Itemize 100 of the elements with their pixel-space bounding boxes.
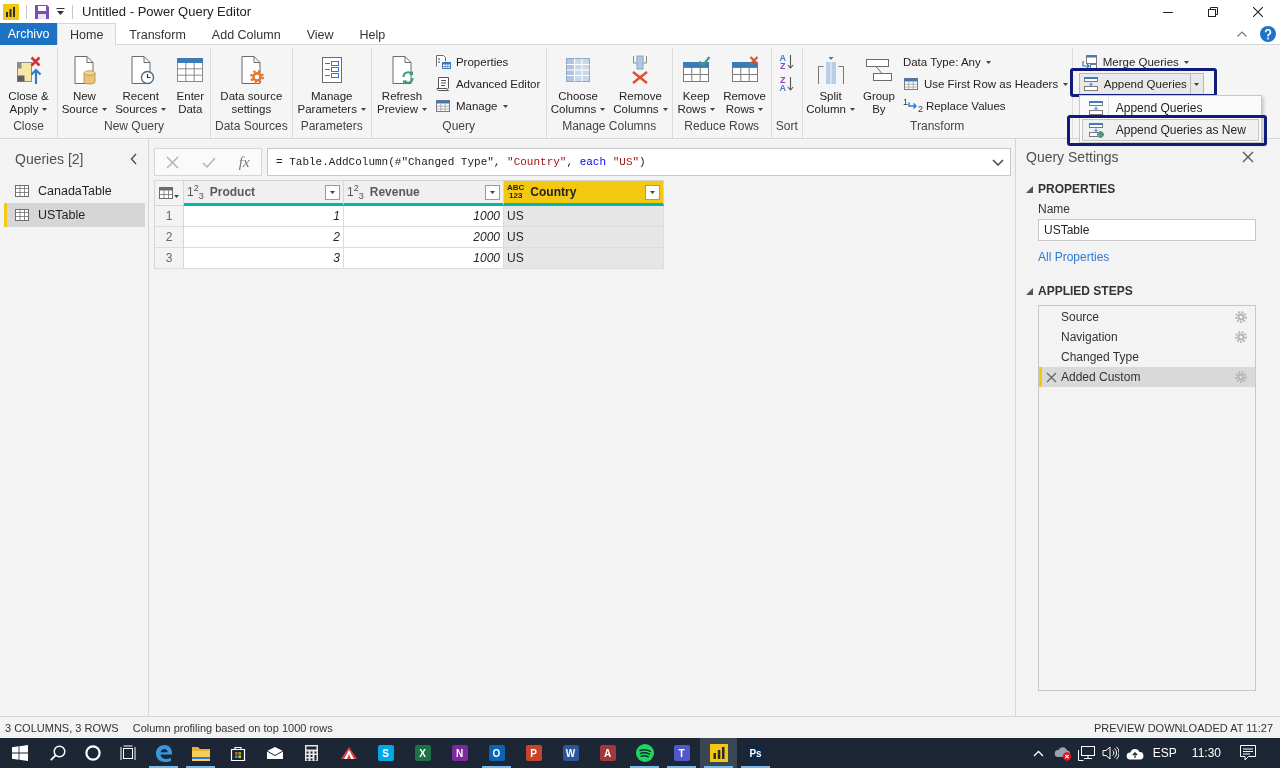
taskbar-button[interactable]: O (478, 738, 515, 768)
ribbon-button[interactable]: Append Queries (1078, 73, 1191, 95)
language-indicator[interactable]: ESP (1152, 746, 1177, 760)
query-item[interactable]: USTable (4, 203, 145, 227)
table-icon (15, 185, 29, 197)
triangle-icon[interactable] (1026, 287, 1033, 295)
ribbon-button[interactable]: 1 2 Replace Values (899, 95, 1072, 117)
ribbon-button[interactable]: Close & Apply (5, 51, 52, 116)
taskbar-button[interactable] (700, 738, 737, 768)
taskbar-button[interactable]: T (663, 738, 700, 768)
ribbon-button[interactable]: Properties (431, 51, 544, 73)
sort-button[interactable]: Z A (777, 73, 796, 95)
ribbon-button[interactable]: Choose Columns (547, 51, 609, 116)
ribbon-tab[interactable]: Help (346, 23, 399, 45)
group-label: Reduce Rows (683, 119, 761, 135)
scroll-icon (434, 76, 451, 92)
filter-button[interactable] (485, 184, 500, 200)
ribbon-button[interactable]: Recent Sources (112, 51, 170, 116)
taskbar-button[interactable]: P (515, 738, 552, 768)
menu-item[interactable]: Append Queries (1081, 97, 1259, 119)
taskbar-button[interactable]: X (404, 738, 441, 768)
formula-field[interactable]: = Table.AddColumn(#"Changed Type", "Country", each "US") (267, 148, 1011, 176)
status-text: 3 COLUMNS, 3 ROWS (5, 721, 119, 734)
save-icon[interactable] (34, 3, 50, 20)
table-arrow-icon (1081, 54, 1098, 70)
help-icon[interactable] (1260, 25, 1276, 42)
ribbon-button[interactable]: Advanced Editor (431, 73, 544, 95)
restore-icon[interactable] (1207, 6, 1218, 17)
sort-button[interactable]: A Z (777, 51, 796, 73)
close-icon[interactable] (1242, 151, 1254, 163)
speaker-icon[interactable] (1102, 746, 1120, 760)
ring-icon[interactable] (84, 745, 101, 761)
ribbon-button[interactable]: Remove Rows (720, 51, 769, 116)
ribbon-button[interactable]: Keep Rows (674, 51, 719, 116)
chevron-left-icon[interactable] (130, 153, 137, 165)
chevron-down-icon[interactable] (992, 158, 1004, 166)
all-properties-link[interactable]: All Properties (1038, 249, 1110, 265)
ribbon-button[interactable]: Manage (431, 95, 544, 117)
ribbon-tab[interactable]: Home (57, 23, 117, 45)
ribbon-tab[interactable]: View (293, 23, 347, 45)
file-tab[interactable]: Archivo (0, 23, 57, 45)
ribbon-button[interactable]: Enter Data (171, 51, 210, 116)
table-menu-icon[interactable] (159, 187, 179, 199)
taskbar-button[interactable]: N (441, 738, 478, 768)
ribbon-button[interactable]: Remove Columns (610, 51, 671, 116)
caret-icon[interactable] (56, 7, 65, 16)
cloud-upload-icon[interactable] (1125, 746, 1144, 760)
ribbon-button[interactable]: Group By (859, 51, 898, 116)
bar-chart-icon (709, 744, 728, 762)
envelope-icon (266, 747, 283, 759)
table-cell: 2000 (344, 227, 504, 248)
ribbon-button[interactable]: Manage Parameters (294, 51, 369, 116)
menu-item[interactable]: Append Queries as New (1081, 119, 1259, 141)
ribbon-tab[interactable]: Transform (116, 23, 199, 45)
ribbon-button[interactable]: New Source (58, 51, 111, 116)
step-item[interactable]: Source (1039, 307, 1255, 327)
ribbon-button[interactable]: Split Column (803, 51, 858, 116)
ribbon-button[interactable]: Refresh Preview (374, 51, 430, 116)
ribbon-button[interactable]: Use First Row as Headers (899, 73, 1072, 95)
ribbon-button[interactable]: Data Type: Any (899, 51, 1072, 73)
folder-icon (191, 745, 210, 761)
field-label: Name (1038, 201, 1070, 217)
table-icon (434, 98, 451, 114)
ribbon-button[interactable]: Merge Queries (1078, 51, 1204, 73)
name-field[interactable]: USTable (1038, 219, 1256, 241)
filter-button[interactable] (645, 184, 660, 200)
step-item[interactable]: Navigation (1039, 327, 1255, 347)
clock[interactable]: 11:30 (1191, 746, 1221, 760)
taskbar-button[interactable]: A (589, 738, 626, 768)
search-icon[interactable] (49, 745, 66, 761)
cross-icon[interactable] (1046, 371, 1057, 383)
triangle-icon[interactable] (1026, 185, 1033, 193)
taskbar-button[interactable]: W (552, 738, 589, 768)
cloud-error-icon[interactable] (1053, 745, 1072, 761)
check-icon[interactable] (202, 156, 217, 168)
taskbar-button[interactable]: Ps (737, 738, 774, 768)
stacked-tables-plus-icon (1087, 122, 1104, 138)
group-label: Close (12, 119, 45, 135)
ribbon-button[interactable]: Data source settings (217, 51, 286, 116)
table-cell: US (504, 248, 664, 269)
task-view-icon[interactable] (119, 745, 136, 761)
app-logo: Ps (747, 745, 764, 761)
arrow-down-icon (786, 54, 794, 70)
step-item[interactable]: Changed Type (1039, 347, 1255, 367)
column-header[interactable]: 1$^{2}$$_{3}$ Product (184, 181, 344, 206)
message-icon[interactable] (1240, 745, 1256, 761)
start-icon[interactable] (12, 745, 28, 761)
close-icon[interactable] (1252, 6, 1263, 17)
column-header[interactable]: 1$^{2}$$_{3}$ Revenue (344, 181, 504, 206)
group-label: Transform (909, 119, 966, 135)
ribbon-tab[interactable]: Add Column (198, 23, 294, 45)
step-item[interactable]: Added Custom (1039, 367, 1255, 387)
query-item[interactable]: CanadaTable (4, 179, 145, 203)
stacked-tables-icon (1087, 100, 1104, 116)
filter-button[interactable] (325, 184, 340, 200)
table-cell: 2 (184, 227, 344, 248)
function-label[interactable]: fx (238, 153, 250, 171)
status-text: Column profiling based on top 1000 rows (132, 721, 333, 734)
monitor-icon[interactable] (1078, 745, 1096, 761)
pane-title: Queries [2] (15, 151, 84, 167)
